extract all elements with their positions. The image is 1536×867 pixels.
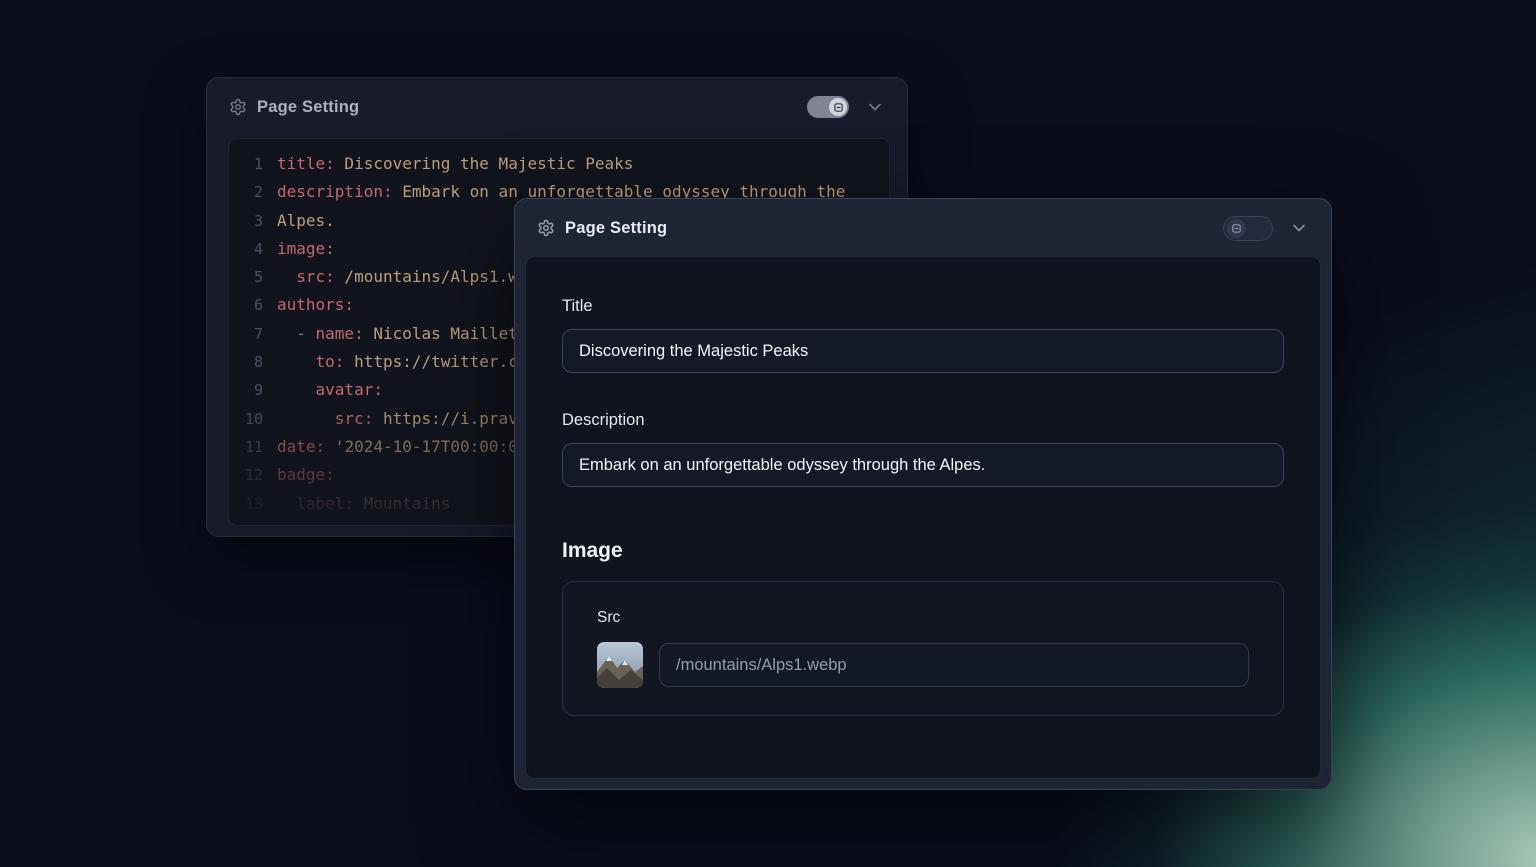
form-panel-header: Page Setting <box>515 199 1331 257</box>
line-number: 13 <box>229 490 263 518</box>
code-line: 1title: Discovering the Majestic Peaks <box>229 150 889 178</box>
description-input[interactable] <box>562 443 1284 487</box>
line-number: 9 <box>229 376 263 404</box>
line-number: 11 <box>229 433 263 461</box>
src-label: Src <box>597 609 1249 627</box>
gear-icon <box>537 219 555 237</box>
view-toggle[interactable] <box>807 96 849 118</box>
line-number: 10 <box>229 405 263 433</box>
line-number: 2 <box>229 178 263 206</box>
line-number: 8 <box>229 348 263 376</box>
line-number: 6 <box>229 291 263 319</box>
chevron-down-icon[interactable] <box>1289 218 1309 238</box>
description-label: Description <box>562 411 1284 430</box>
line-number: 4 <box>229 235 263 263</box>
mountain-thumbnail <box>597 642 643 688</box>
image-section-label: Image <box>562 539 1284 563</box>
panel-title: Page Setting <box>565 219 667 238</box>
toggle-knob <box>829 98 847 116</box>
editor-view-icon <box>1231 223 1242 234</box>
src-row <box>597 642 1249 688</box>
image-card: Src <box>562 581 1284 716</box>
line-number: 5 <box>229 263 263 291</box>
line-number: 3 <box>229 207 263 235</box>
description-field-group: Description <box>562 411 1284 487</box>
view-toggle[interactable] <box>1223 216 1273 241</box>
title-field-group: Title <box>562 297 1284 373</box>
editor-view-icon <box>833 102 844 113</box>
panel-title: Page Setting <box>257 98 359 117</box>
line-number: 7 <box>229 320 263 348</box>
gear-icon <box>229 98 247 116</box>
title-input[interactable] <box>562 329 1284 373</box>
src-input[interactable] <box>659 643 1249 687</box>
line-number: 1 <box>229 150 263 178</box>
toggle-knob <box>1227 219 1246 238</box>
chevron-down-icon[interactable] <box>865 97 885 117</box>
page-setting-form: Title Description Image Src <box>525 256 1321 779</box>
title-label: Title <box>562 297 1284 316</box>
code-panel-header: Page Setting <box>207 78 907 136</box>
page-setting-panel: Page Setting Title Description Image Src <box>514 198 1332 790</box>
line-number: 12 <box>229 461 263 489</box>
